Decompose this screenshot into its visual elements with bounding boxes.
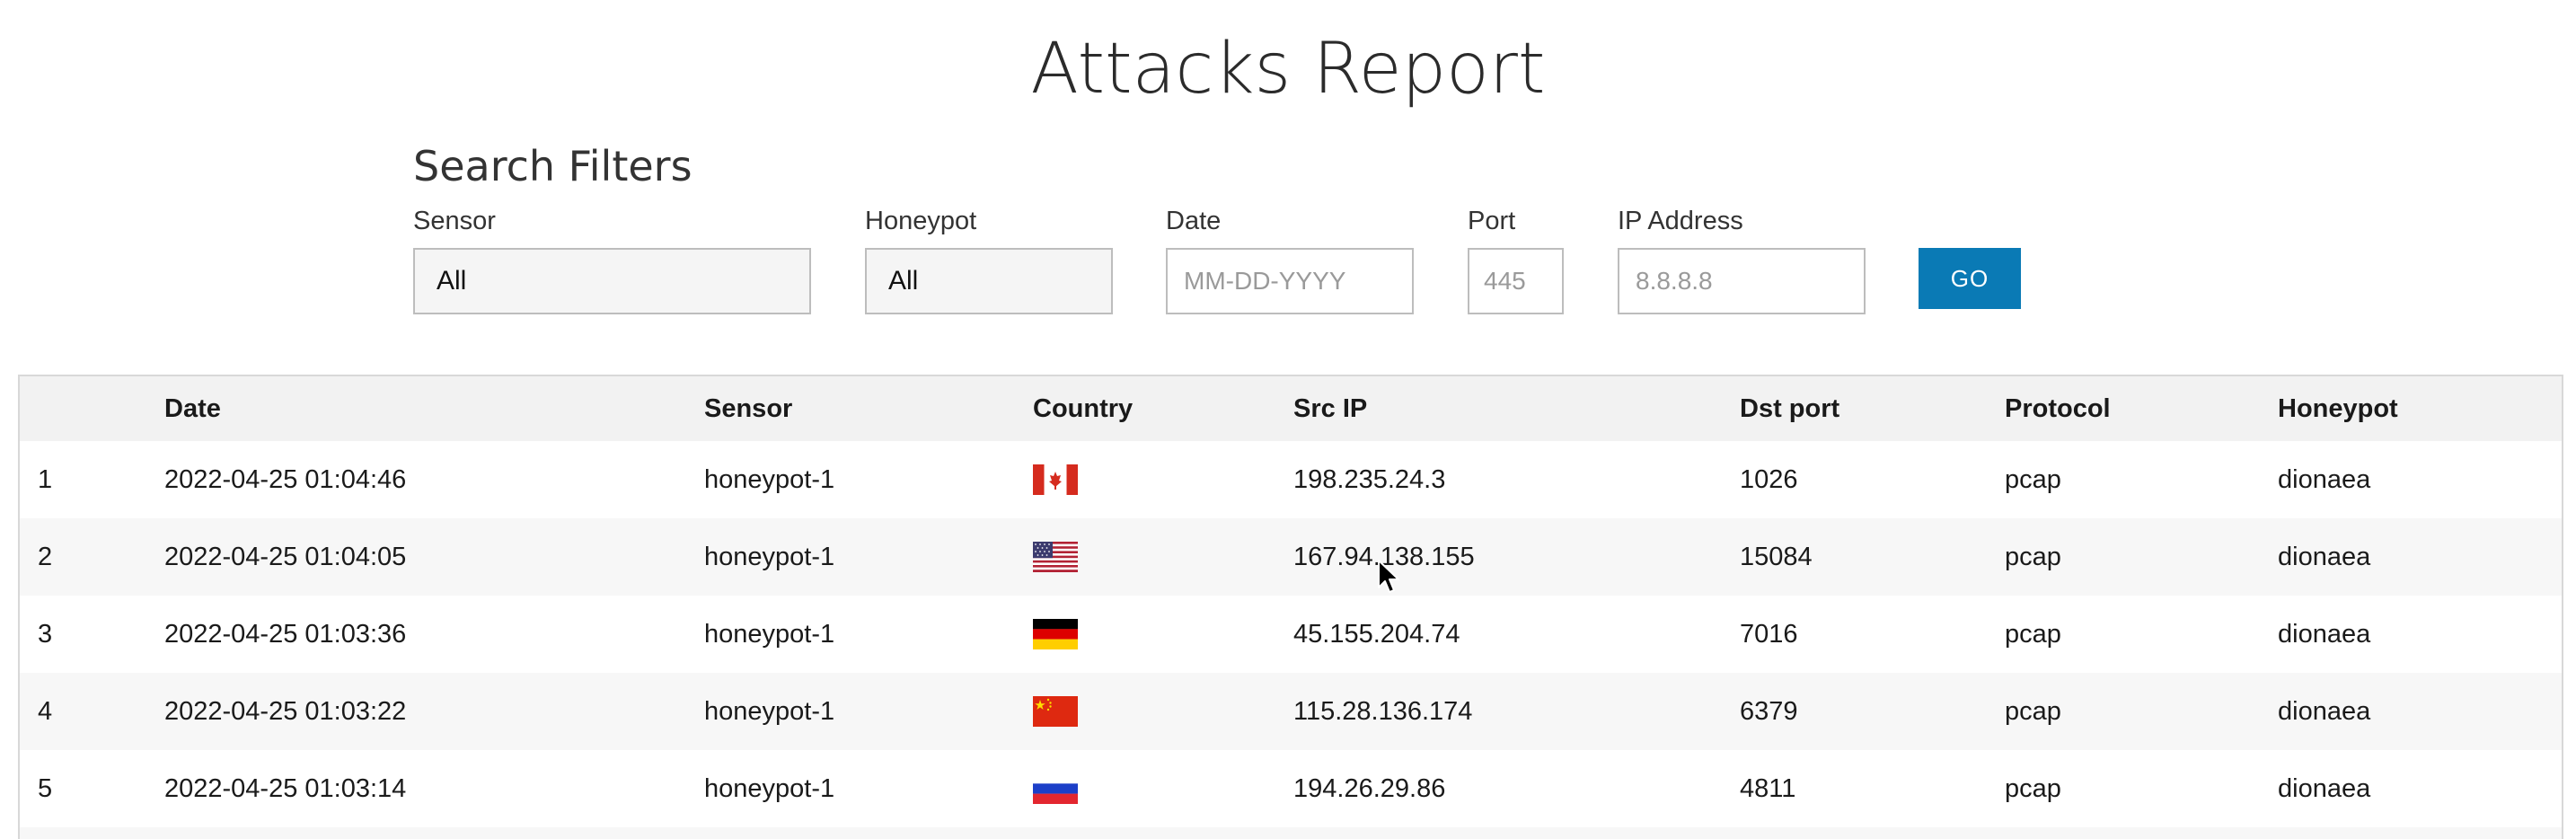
search-filters-heading: Search Filters xyxy=(413,142,693,190)
row-honeypot: dionaea xyxy=(2278,697,2371,726)
ip-address-filter-label: IP Address xyxy=(1618,207,1743,235)
canada-flag-icon xyxy=(1033,464,1078,495)
column-header-date[interactable]: Date xyxy=(164,376,221,441)
go-button[interactable]: GO xyxy=(1919,248,2021,309)
port-input[interactable]: 445 xyxy=(1468,248,1564,314)
sensor-filter-label: Sensor xyxy=(413,207,496,235)
row-date: 2022-04-25 01:04:46 xyxy=(164,465,407,494)
row-src-ip: 115.28.136.174 xyxy=(1293,697,1473,726)
row-sensor: honeypot-1 xyxy=(704,465,835,494)
row-protocol: pcap xyxy=(2005,697,2061,726)
row-date: 2022-04-25 01:03:36 xyxy=(164,620,407,649)
row-honeypot: dionaea xyxy=(2278,543,2371,571)
table-row[interactable]: 4 2022-04-25 01:03:22 honeypot-1 115.28.… xyxy=(20,673,2562,750)
row-sensor: honeypot-1 xyxy=(704,774,835,803)
column-header-country[interactable]: Country xyxy=(1033,376,1133,441)
row-sensor: honeypot-1 xyxy=(704,697,835,726)
sensor-select-value: All xyxy=(437,266,467,296)
column-header-src-ip[interactable]: Src IP xyxy=(1293,376,1367,441)
port-filter-label: Port xyxy=(1468,207,1516,235)
germany-flag-icon xyxy=(1033,619,1078,649)
table-header-row: Date Sensor Country Src IP Dst port Prot… xyxy=(20,376,2562,441)
row-date: 2022-04-25 01:04:05 xyxy=(164,543,407,571)
date-input-placeholder: MM-DD-YYYY xyxy=(1184,267,1346,295)
mouse-cursor-icon xyxy=(1377,559,1402,596)
row-number: 3 xyxy=(38,620,53,649)
page-title: Attacks Report xyxy=(1030,29,1546,110)
row-src-ip: 45.155.204.74 xyxy=(1293,620,1460,649)
column-header-dst-port[interactable]: Dst port xyxy=(1740,376,1839,441)
russia-flag-icon xyxy=(1033,773,1078,804)
row-dst-port: 1026 xyxy=(1740,465,1798,494)
table-row-partial xyxy=(20,827,2562,839)
table-row[interactable]: 2 2022-04-25 01:04:05 honeypot-1 167.94.… xyxy=(20,518,2562,596)
row-protocol: pcap xyxy=(2005,543,2061,571)
row-protocol: pcap xyxy=(2005,774,2061,803)
row-dst-port: 6379 xyxy=(1740,697,1798,726)
row-number: 4 xyxy=(38,697,53,726)
attacks-report-page: Attacks Report Search Filters Sensor All… xyxy=(0,0,2576,839)
ip-address-input[interactable]: 8.8.8.8 xyxy=(1618,248,1866,314)
row-number: 1 xyxy=(38,465,53,494)
row-src-ip: 198.235.24.3 xyxy=(1293,465,1446,494)
table-row[interactable]: 5 2022-04-25 01:03:14 honeypot-1 194.26.… xyxy=(20,750,2562,827)
row-number: 5 xyxy=(38,774,53,803)
row-protocol: pcap xyxy=(2005,465,2061,494)
row-dst-port: 7016 xyxy=(1740,620,1798,649)
row-date: 2022-04-25 01:03:14 xyxy=(164,774,407,803)
port-input-placeholder: 445 xyxy=(1484,267,1526,295)
honeypot-select-value: All xyxy=(888,266,919,296)
usa-flag-icon xyxy=(1033,542,1078,572)
china-flag-icon xyxy=(1033,696,1078,727)
row-honeypot: dionaea xyxy=(2278,774,2371,803)
honeypot-select[interactable]: All xyxy=(865,248,1113,314)
row-dst-port: 15084 xyxy=(1740,543,1813,571)
row-sensor: honeypot-1 xyxy=(704,543,835,571)
table-row[interactable]: 1 2022-04-25 01:04:46 honeypot-1 198.235… xyxy=(20,441,2562,518)
attacks-table: Date Sensor Country Src IP Dst port Prot… xyxy=(18,375,2563,839)
sensor-select[interactable]: All xyxy=(413,248,811,314)
date-input[interactable]: MM-DD-YYYY xyxy=(1166,248,1414,314)
row-src-ip: 194.26.29.86 xyxy=(1293,774,1446,803)
row-honeypot: dionaea xyxy=(2278,620,2371,649)
row-honeypot: dionaea xyxy=(2278,465,2371,494)
column-header-sensor[interactable]: Sensor xyxy=(704,376,792,441)
table-row[interactable]: 3 2022-04-25 01:03:36 honeypot-1 45.155.… xyxy=(20,596,2562,673)
row-protocol: pcap xyxy=(2005,620,2061,649)
column-header-protocol[interactable]: Protocol xyxy=(2005,376,2111,441)
row-number: 2 xyxy=(38,543,53,571)
honeypot-filter-label: Honeypot xyxy=(865,207,977,235)
column-header-honeypot[interactable]: Honeypot xyxy=(2278,376,2398,441)
ip-address-input-placeholder: 8.8.8.8 xyxy=(1636,267,1713,295)
row-date: 2022-04-25 01:03:22 xyxy=(164,697,407,726)
row-dst-port: 4811 xyxy=(1740,774,1796,803)
row-sensor: honeypot-1 xyxy=(704,620,835,649)
date-filter-label: Date xyxy=(1166,207,1222,235)
